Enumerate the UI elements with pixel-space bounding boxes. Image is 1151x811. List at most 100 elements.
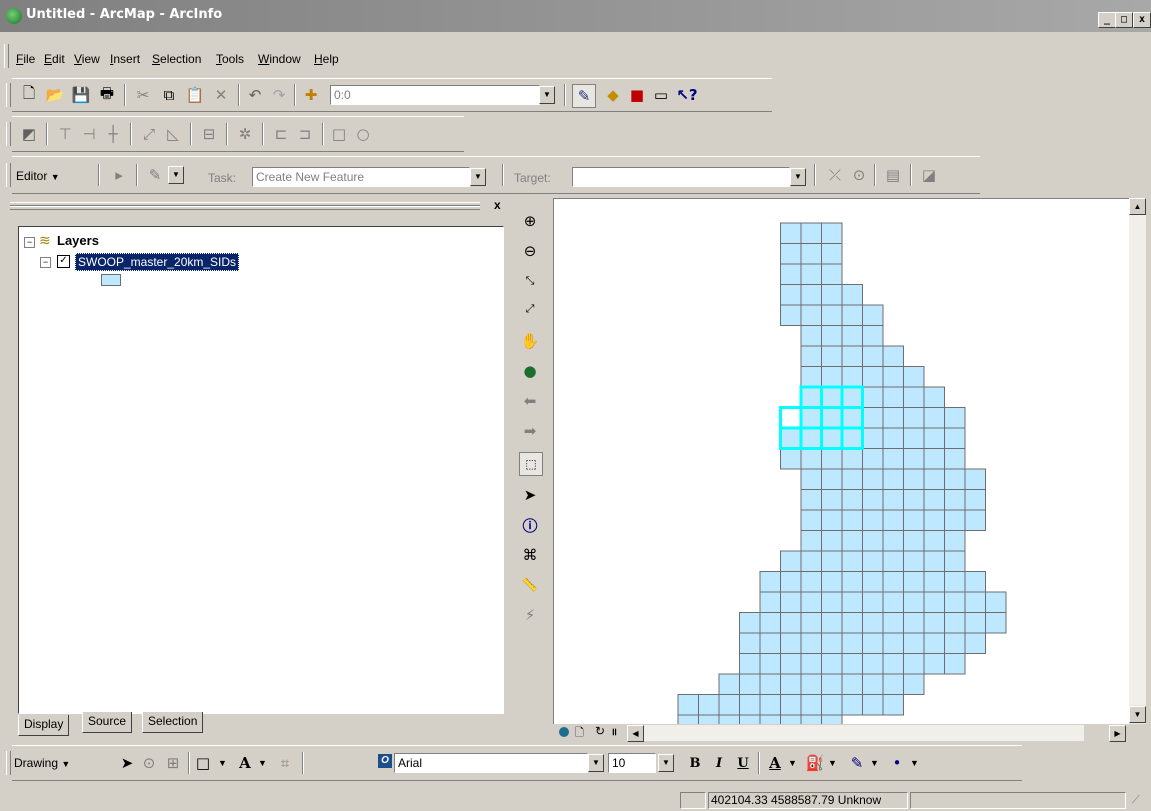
grid-cell[interactable] xyxy=(759,653,781,675)
menu-insert[interactable]: Insert xyxy=(110,52,140,66)
grid-cell[interactable] xyxy=(923,612,945,634)
grid-cell[interactable] xyxy=(800,571,822,593)
grid-cell[interactable] xyxy=(944,509,966,531)
grid-cell[interactable] xyxy=(944,653,966,675)
grid-cell[interactable] xyxy=(800,304,822,326)
grid-cell[interactable] xyxy=(821,263,843,285)
font-size-combo[interactable]: 10 xyxy=(608,753,656,773)
grid-cell[interactable] xyxy=(841,304,863,326)
grid-cell[interactable] xyxy=(882,345,904,367)
grid-cell[interactable] xyxy=(718,673,740,695)
grid-cell[interactable] xyxy=(800,263,822,285)
toolbar-handle[interactable] xyxy=(6,83,11,107)
grid-cell[interactable] xyxy=(698,694,720,716)
grid-cell[interactable] xyxy=(821,468,843,490)
grid-cell[interactable] xyxy=(841,345,863,367)
grid-cell[interactable] xyxy=(964,612,986,634)
grid-cell[interactable] xyxy=(841,366,863,388)
fixed-zoom-out-icon[interactable]: ⤢ xyxy=(519,298,541,320)
grid-cell[interactable] xyxy=(862,694,884,716)
menu-tools[interactable]: Tools xyxy=(216,52,244,66)
select-elements-icon[interactable]: ➤ xyxy=(116,752,138,774)
map-display[interactable] xyxy=(553,198,1131,726)
collapse-layers-icon[interactable]: − xyxy=(24,237,35,248)
grid-cell[interactable] xyxy=(800,325,822,347)
topology-rules-icon[interactable]: ⊐ xyxy=(294,123,316,145)
grid-cell[interactable] xyxy=(780,222,802,244)
grid-cell[interactable] xyxy=(739,612,761,634)
bold-icon[interactable]: B xyxy=(684,752,706,774)
grid-cell[interactable] xyxy=(841,591,863,613)
data-view-globe-icon[interactable] xyxy=(559,727,569,737)
text-icon[interactable]: A xyxy=(234,752,256,774)
grid-cell[interactable] xyxy=(780,653,802,675)
zoom-to-selected-icon[interactable]: ⊞ xyxy=(162,752,184,774)
grid-cell[interactable] xyxy=(677,694,699,716)
grid-cell[interactable] xyxy=(862,489,884,511)
grid-cell[interactable] xyxy=(862,366,884,388)
error-inspector-icon[interactable]: ⊏ xyxy=(270,123,292,145)
print-icon[interactable]: 🖶 xyxy=(96,84,118,106)
chevron-down-icon[interactable]: ▼ xyxy=(910,758,919,768)
grid-cell[interactable] xyxy=(862,427,884,449)
grid-cell[interactable] xyxy=(964,591,986,613)
grid-cell[interactable] xyxy=(841,653,863,675)
grid-cell[interactable] xyxy=(903,530,925,552)
grid-cell[interactable] xyxy=(821,673,843,695)
grid-cell[interactable] xyxy=(841,673,863,695)
topology-node-icon[interactable]: ┼ xyxy=(102,123,124,145)
grid-cell[interactable] xyxy=(841,509,863,531)
grid-cell[interactable] xyxy=(800,673,822,695)
scroll-left-arrow[interactable]: ◀ xyxy=(627,725,644,742)
grid-cell[interactable] xyxy=(882,489,904,511)
copy-icon[interactable]: ⧉ xyxy=(158,84,180,106)
edit-tool-icon[interactable]: ▸ xyxy=(108,164,130,186)
grid-cell[interactable] xyxy=(841,284,863,306)
grid-cell[interactable] xyxy=(903,366,925,388)
rotate-icon[interactable]: ⊙ xyxy=(138,752,160,774)
grid-cell[interactable] xyxy=(903,653,925,675)
select-elements-arrow-icon[interactable]: ➤ xyxy=(519,484,541,506)
grid-cell[interactable] xyxy=(739,653,761,675)
pause-drawing-icon[interactable]: ॥ xyxy=(611,724,617,738)
chevron-down-icon[interactable]: ▼ xyxy=(828,758,837,768)
grid-cell[interactable] xyxy=(841,694,863,716)
toc-close-icon[interactable]: x xyxy=(494,198,501,212)
grid-cell[interactable] xyxy=(964,571,986,593)
grid-cell[interactable] xyxy=(903,427,925,449)
circle-shape-icon[interactable]: ○ xyxy=(352,123,374,145)
paste-icon[interactable]: 📋 xyxy=(184,84,206,106)
delete-icon[interactable]: ✕ xyxy=(210,84,232,106)
grid-cell[interactable] xyxy=(862,345,884,367)
grid-cell[interactable] xyxy=(882,653,904,675)
selected-grid-cell[interactable] xyxy=(779,406,803,430)
grid-cell[interactable] xyxy=(862,530,884,552)
resize-grip-icon[interactable]: ⟋ xyxy=(1132,794,1140,807)
grid-cell[interactable] xyxy=(739,632,761,654)
menu-view[interactable]: View xyxy=(74,52,100,66)
grid-cell[interactable] xyxy=(841,612,863,634)
grid-cell[interactable] xyxy=(821,612,843,634)
grid-cell[interactable] xyxy=(944,571,966,593)
minimize-button[interactable]: _ xyxy=(1098,12,1116,28)
arccatalog-icon[interactable]: ◆ xyxy=(602,84,624,106)
grid-cell[interactable] xyxy=(821,345,843,367)
sketch-properties-icon[interactable]: ◪ xyxy=(918,164,940,186)
drawing-menu-button[interactable]: Drawing ▼ xyxy=(14,756,70,770)
chevron-down-icon[interactable]: ▼ xyxy=(870,758,879,768)
layer-visibility-checkbox[interactable]: ✓ xyxy=(57,255,70,268)
topology-edit-icon[interactable]: ◩ xyxy=(18,123,40,145)
grid-cell[interactable] xyxy=(800,468,822,490)
grid-cell[interactable] xyxy=(923,653,945,675)
grid-cell[interactable] xyxy=(923,571,945,593)
map-vertical-scrollbar[interactable]: ▲ ▼ xyxy=(1129,198,1146,724)
grid-cell[interactable] xyxy=(821,366,843,388)
grid-cell[interactable] xyxy=(780,427,802,449)
grid-cell[interactable] xyxy=(759,571,781,593)
grid-cell[interactable] xyxy=(821,632,843,654)
grid-cell[interactable] xyxy=(944,612,966,634)
toc-title-bar[interactable]: x xyxy=(10,198,508,212)
grid-cell[interactable] xyxy=(780,448,802,470)
map-canvas[interactable] xyxy=(554,199,1130,725)
grid-cell[interactable] xyxy=(821,591,843,613)
